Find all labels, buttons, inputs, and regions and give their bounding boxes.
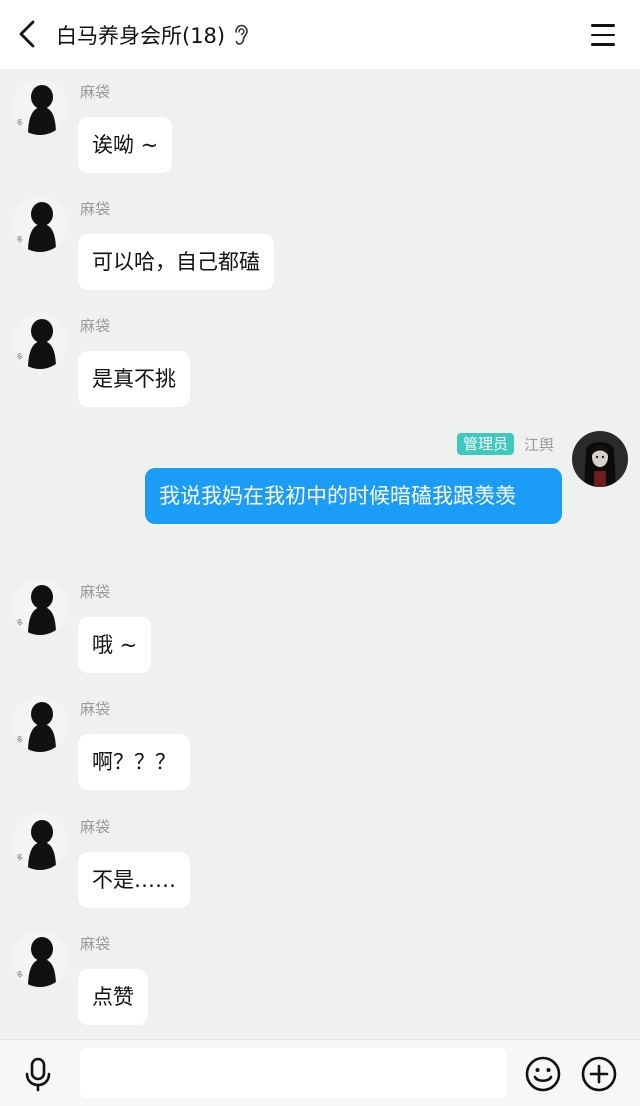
avatar[interactable]: 多 <box>12 696 68 752</box>
sender-name: 麻袋 <box>80 818 111 836</box>
avatar[interactable] <box>572 431 628 487</box>
message-bubble[interactable]: 不是…… <box>78 852 190 908</box>
sender-name: 麻袋 <box>80 583 111 601</box>
group-title: 白马养身会所(18) <box>56 24 226 48</box>
avatar[interactable]: 多 <box>12 313 68 369</box>
emoji-button[interactable] <box>524 1055 562 1093</box>
chat-header: 白马养身会所(18) <box>0 0 640 69</box>
smiley-icon <box>525 1056 561 1092</box>
sender-name: 麻袋 <box>80 83 111 101</box>
sender-name: 麻袋 <box>80 700 111 718</box>
svg-text:多: 多 <box>16 970 23 979</box>
avatar[interactable]: 多 <box>12 579 68 635</box>
sender-name: 麻袋 <box>80 317 111 335</box>
chat-messages[interactable]: 多 麻袋 诶呦 ~ 多 麻袋 可以哈，自己都磕 多 麻袋 是真不挑 管理员 江舆… <box>0 69 640 1039</box>
message-bubble[interactable]: 是真不挑 <box>78 351 190 407</box>
input-bar <box>0 1039 640 1106</box>
chevron-left-icon <box>19 20 35 48</box>
svg-text:多: 多 <box>16 618 23 627</box>
message-bubble-self[interactable]: 我说我妈在我初中的时候暗磕我跟羡羡 <box>145 468 562 524</box>
message-bubble[interactable]: 可以哈，自己都磕 <box>78 234 274 290</box>
message-bubble[interactable]: 啊？？？ <box>78 734 190 790</box>
svg-text:多: 多 <box>16 853 23 862</box>
hamburger-menu-icon[interactable] <box>590 22 616 48</box>
svg-text:多: 多 <box>16 118 23 127</box>
sender-name: 江舆 <box>524 436 555 454</box>
plus-circle-icon <box>581 1056 617 1092</box>
message-bubble[interactable]: 点赞 <box>78 969 148 1025</box>
more-button[interactable] <box>580 1055 618 1093</box>
svg-text:多: 多 <box>16 235 23 244</box>
microphone-icon <box>25 1057 51 1092</box>
avatar[interactable]: 多 <box>12 196 68 252</box>
avatar[interactable]: 多 <box>12 79 68 135</box>
svg-text:多: 多 <box>16 735 23 744</box>
sender-name: 麻袋 <box>80 935 111 953</box>
title-area[interactable]: 白马养身会所(18) <box>56 20 249 50</box>
avatar[interactable]: 多 <box>12 931 68 987</box>
avatar[interactable]: 多 <box>12 814 68 870</box>
back-button[interactable] <box>12 18 42 50</box>
admin-badge: 管理员 <box>457 433 515 455</box>
message-input[interactable] <box>80 1048 507 1098</box>
message-bubble[interactable]: 诶呦 ~ <box>78 117 173 173</box>
ear-icon <box>235 24 248 45</box>
sender-name: 麻袋 <box>80 200 111 218</box>
voice-button[interactable] <box>20 1056 56 1092</box>
message-bubble[interactable]: 哦 ~ <box>78 617 152 673</box>
svg-text:多: 多 <box>16 352 23 361</box>
